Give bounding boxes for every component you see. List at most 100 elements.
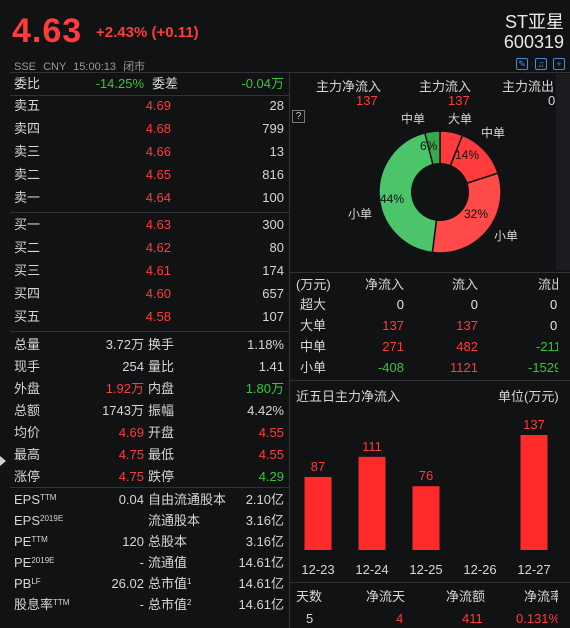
bar [520, 435, 548, 550]
stats-row: 总量 3.72万 换手 1.18% [14, 335, 288, 355]
sell-volume: 28 [269, 98, 284, 113]
bottom-table-header: 天数 净流天 净流额 净流率 [296, 587, 558, 607]
flow-row-name: 超大 [300, 297, 327, 312]
alert-icon[interactable]: ♫ [535, 58, 547, 70]
buy-price: 4.60 [145, 286, 171, 301]
buy-row-3[interactable]: 买三 4.61 174 [14, 261, 288, 281]
val-net-amount: 411 [462, 611, 483, 626]
sell-level-label: 卖四 [14, 121, 41, 136]
val-net-rate: 0.131% [516, 611, 558, 626]
stat-label: 跌停 [148, 469, 175, 484]
sell-row-5[interactable]: 卖五 4.69 28 [14, 96, 288, 116]
sell-volume: 816 [262, 167, 284, 182]
scroll-region[interactable] [556, 74, 570, 270]
sell-level-label: 卖一 [14, 190, 41, 205]
stats-row: 外盘 1.92万 内盘 1.80万 [14, 379, 288, 399]
buy-level-label: 买五 [14, 309, 41, 324]
stat-value: 1743万 [102, 403, 144, 418]
fundamental-row: PE2019E - 流通值 14.61亿 [14, 553, 288, 573]
donut-label-xiao-left: 小单 [348, 207, 373, 221]
flow-col-unit: (万元) [296, 277, 331, 292]
flow-row-name: 小单 [300, 360, 327, 375]
stat-label: 最高 [14, 447, 41, 462]
fund-label: 流通值 [148, 555, 188, 570]
stat-label: 换手 [148, 337, 175, 352]
flow-table-header: (万元) 净流入 流入 流出 [296, 275, 558, 295]
stat-value: 254 [122, 359, 144, 374]
x-tick-label: 12-26 [463, 562, 496, 577]
buy-row-4[interactable]: 买四 4.60 657 [14, 284, 288, 304]
flow-col-out: 流出 [538, 277, 558, 292]
buy-volume: 300 [262, 217, 284, 232]
five-day-bar-chart: 87 12-23 111 12-24 76 12-25 12-26 137 12-27 [301, 417, 550, 577]
stat-label: 均价 [14, 425, 41, 440]
fund-label: 总股本 [148, 534, 188, 549]
fund-value: 14.61亿 [238, 555, 284, 570]
edit-icon[interactable]: ✎ [516, 58, 528, 70]
sell-row-3[interactable]: 卖三 4.66 13 [14, 142, 288, 162]
fundamental-row: PETTM 120 总股本 3.16亿 [14, 532, 288, 552]
sell-volume: 100 [262, 190, 284, 205]
bar [412, 486, 440, 550]
stats-row: 均价 4.69 开盘 4.55 [14, 423, 288, 443]
buy-price: 4.62 [145, 240, 171, 255]
flow-row-out: 0 [550, 318, 558, 333]
stat-value: 4.55 [258, 447, 284, 462]
flow-table-row: 小单 -408 1121 -1529 [296, 358, 558, 378]
stat-value: 4.69 [118, 425, 144, 440]
weibi-label: 委比 [14, 76, 41, 91]
buy-row-1[interactable]: 买一 4.63 300 [14, 215, 288, 235]
donut-label-da: 大单 [448, 112, 473, 126]
bar-value-label: 76 [419, 468, 433, 483]
sell-level-label: 卖二 [14, 167, 41, 182]
donut-pct-xiao-green: 44% [380, 192, 405, 206]
flow-row-in: 0 [470, 297, 478, 312]
stat-value: 1.92万 [105, 381, 144, 396]
stat-label: 总量 [14, 337, 41, 352]
buy-volume: 657 [262, 286, 284, 301]
bottom-table-row: 5 4 411 0.131% [296, 609, 558, 628]
fund-label: 总市值2 [148, 597, 192, 612]
add-icon[interactable]: + [553, 58, 565, 70]
sell-row-4[interactable]: 卖四 4.68 799 [14, 119, 288, 139]
stat-value: 4.75 [118, 469, 144, 484]
stat-label: 外盘 [14, 381, 41, 396]
fund-label: EPS2019E [14, 513, 64, 528]
stat-value: 4.42% [247, 403, 284, 418]
stat-label: 内盘 [148, 381, 175, 396]
flow-row-net: 0 [396, 297, 404, 312]
fund-value: 3.16亿 [245, 513, 284, 528]
fund-label: 流通股本 [148, 513, 201, 528]
collapse-arrow-icon[interactable] [0, 456, 6, 466]
sell-volume: 13 [269, 144, 284, 159]
x-tick-label: 12-25 [409, 562, 442, 577]
x-tick-label: 12-27 [517, 562, 550, 577]
buy-level-label: 买二 [14, 240, 41, 255]
bar [304, 476, 332, 550]
stock-name: ST亚星 [504, 12, 564, 32]
sell-volume: 799 [262, 121, 284, 136]
fund-label: 自由流通股本 [148, 492, 227, 507]
flow-row-net: -408 [377, 360, 404, 375]
buy-level-label: 买三 [14, 263, 41, 278]
weicha-value: -0.04万 [241, 76, 284, 91]
fund-value: 3.16亿 [245, 534, 284, 549]
fund-label: EPSTTM [14, 492, 57, 507]
sell-price: 4.69 [145, 98, 171, 113]
flow-row-name: 大单 [300, 318, 327, 333]
stat-value: 4.55 [258, 425, 284, 440]
donut-hole [411, 163, 469, 221]
col-net-days: 净流天 [366, 589, 406, 604]
fund-value: 0.04 [118, 492, 144, 507]
buy-row-2[interactable]: 买二 4.62 80 [14, 238, 288, 258]
buy-row-5[interactable]: 买五 4.58 107 [14, 307, 288, 327]
fundamental-row: EPSTTM 0.04 自由流通股本 2.10亿 [14, 490, 288, 510]
flow-row-in: 1121 [450, 360, 478, 375]
sell-row-2[interactable]: 卖二 4.65 816 [14, 165, 288, 185]
sell-level-label: 卖五 [14, 98, 41, 113]
sell-price: 4.65 [145, 167, 171, 182]
donut-label-zhong-left: 中单 [401, 112, 426, 126]
stats-row: 现手 254 量比 1.41 [14, 357, 288, 377]
sell-row-1[interactable]: 卖一 4.64 100 [14, 188, 288, 208]
val-days: 5 [306, 611, 314, 626]
